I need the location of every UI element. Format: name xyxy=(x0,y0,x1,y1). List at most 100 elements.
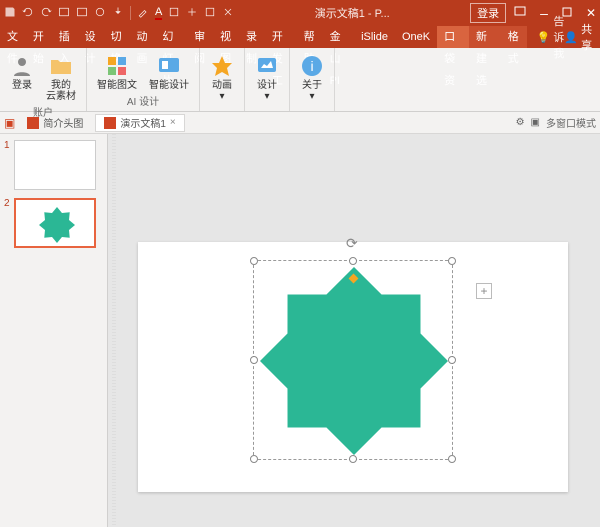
slide-canvas[interactable]: ⟳ xyxy=(108,134,600,527)
tab-developer[interactable]: 开发工 xyxy=(265,26,297,48)
rotate-handle[interactable]: ⟳ xyxy=(346,235,358,252)
qat-icon[interactable] xyxy=(58,6,70,21)
smart-design-button[interactable]: 智能设计 xyxy=(145,52,193,93)
thumbnail-preview xyxy=(14,140,96,190)
resize-handle[interactable] xyxy=(448,356,456,364)
group-label xyxy=(296,108,328,109)
resize-handle[interactable] xyxy=(448,455,456,463)
close-icon[interactable]: ✕ xyxy=(586,6,596,20)
tab-format[interactable]: 格式 xyxy=(501,26,527,48)
label: 动画▾ xyxy=(212,80,232,102)
document-tab[interactable]: 简介头图 xyxy=(19,114,91,132)
share-icon: 👤 xyxy=(564,31,578,44)
user-icon xyxy=(10,54,34,78)
qat-icon[interactable] xyxy=(204,6,216,21)
multi-window-label[interactable]: 多窗口模式 xyxy=(546,115,596,130)
doc-icon xyxy=(27,117,39,129)
slide-number: 1 xyxy=(4,140,12,190)
group-design: 设计▾ xyxy=(245,48,290,111)
resize-handle[interactable] xyxy=(349,455,357,463)
tab-file[interactable]: 文件 xyxy=(0,26,26,48)
tab-transitions[interactable]: 切换 xyxy=(104,26,130,48)
smart-pic-icon xyxy=(105,54,129,78)
share-button[interactable]: 👤 共享 xyxy=(564,21,592,53)
smart-pic-button[interactable]: 智能图文 xyxy=(93,52,141,93)
design-icon xyxy=(255,54,279,78)
label: 智能设计 xyxy=(149,80,189,91)
gear-icon[interactable]: ⚙ xyxy=(516,117,525,128)
tab-help[interactable]: 帮助 xyxy=(297,26,323,48)
qat-icon[interactable] xyxy=(168,6,180,21)
group-label: AI 设计 xyxy=(93,93,193,109)
window-icon[interactable]: ▣ xyxy=(531,117,540,128)
smart-design-icon xyxy=(157,54,181,78)
tab-review[interactable]: 审阅 xyxy=(187,26,213,48)
group-anim: 动画▾ xyxy=(200,48,245,111)
label: 我的 云素材 xyxy=(46,80,76,102)
info-icon: i xyxy=(300,54,324,78)
document-tab-bar: ▣ 简介头图 演示文稿1 × ⚙ ▣ 多窗口模式 xyxy=(0,112,600,134)
title-bar: A 演示文稿1 - P... 登录 ‒ ✕ xyxy=(0,0,600,26)
cloud-assets-button[interactable]: 我的 云素材 xyxy=(42,52,80,104)
label: 设计▾ xyxy=(257,80,277,102)
tab-home[interactable]: 开始 xyxy=(26,26,52,48)
design-button[interactable]: 设计▾ xyxy=(251,52,283,104)
qat-icon[interactable] xyxy=(222,6,234,21)
close-tab-icon[interactable]: × xyxy=(170,117,176,128)
tab-animations[interactable]: 动画 xyxy=(129,26,155,48)
slide[interactable]: ⟳ xyxy=(138,242,568,492)
resize-handle[interactable] xyxy=(448,257,456,265)
tab-insert[interactable]: 插入 xyxy=(52,26,78,48)
doc-icon xyxy=(104,117,116,129)
touch-icon[interactable] xyxy=(112,6,124,21)
tab-jinshan[interactable]: 金山PI xyxy=(323,26,355,48)
qat-icon[interactable] xyxy=(186,6,198,21)
add-placeholder-icon[interactable]: + xyxy=(476,283,492,299)
slide-thumbnails: 1 2 xyxy=(0,134,108,527)
resize-handle[interactable] xyxy=(250,257,258,265)
slide-number: 2 xyxy=(4,198,12,248)
label: 登录 xyxy=(12,80,32,91)
label: 智能图文 xyxy=(97,80,137,91)
font-color-icon[interactable]: A xyxy=(155,6,162,20)
login-button[interactable]: 登录 xyxy=(470,3,506,23)
ruler xyxy=(112,134,116,527)
resize-handle[interactable] xyxy=(349,257,357,265)
anim-button[interactable]: 动画▾ xyxy=(206,52,238,104)
about-button[interactable]: i 关于▾ xyxy=(296,52,328,104)
ppt-icon: ▣ xyxy=(4,116,15,130)
tab-onekey[interactable]: OneK xyxy=(395,26,437,48)
svg-text:i: i xyxy=(310,58,313,74)
resize-handle[interactable] xyxy=(250,455,258,463)
brush-icon[interactable] xyxy=(137,6,149,21)
shape-selection[interactable]: ⟳ xyxy=(253,260,453,460)
redo-icon[interactable] xyxy=(40,6,52,21)
window-title: 演示文稿1 - P... xyxy=(234,5,470,21)
thumbnail-1[interactable]: 1 xyxy=(4,140,103,190)
login-button[interactable]: 登录 xyxy=(6,52,38,93)
thumbnail-preview xyxy=(14,198,96,248)
resize-handle[interactable] xyxy=(250,356,258,364)
tab-koudai[interactable]: 口袋资 xyxy=(437,26,469,48)
tell-me[interactable]: 💡 告诉我 xyxy=(537,13,565,61)
star-shape-overlay xyxy=(254,261,454,461)
document-tab-active[interactable]: 演示文稿1 × xyxy=(95,114,184,132)
qat-icon[interactable] xyxy=(94,6,106,21)
tab-slideshow[interactable]: 幻灯片 xyxy=(155,26,187,48)
tab-design[interactable]: 设计 xyxy=(78,26,104,48)
label: 关于▾ xyxy=(302,80,322,102)
folder-icon xyxy=(49,54,73,78)
tab-new[interactable]: 新建选 xyxy=(469,26,501,48)
qat-icon[interactable] xyxy=(76,6,88,21)
group-label xyxy=(206,108,238,109)
thumbnail-2[interactable]: 2 xyxy=(4,198,103,248)
save-icon[interactable] xyxy=(4,6,16,21)
tab-view[interactable]: 视图 xyxy=(213,26,239,48)
anim-icon xyxy=(210,54,234,78)
ribbon-options-icon[interactable] xyxy=(514,6,526,21)
group-account: 登录 我的 云素材 账户 xyxy=(0,48,87,111)
quick-access-toolbar: A xyxy=(4,6,234,21)
undo-icon[interactable] xyxy=(22,6,34,21)
tab-record[interactable]: 录制 xyxy=(239,26,265,48)
tab-islide[interactable]: iSlide xyxy=(354,26,395,48)
